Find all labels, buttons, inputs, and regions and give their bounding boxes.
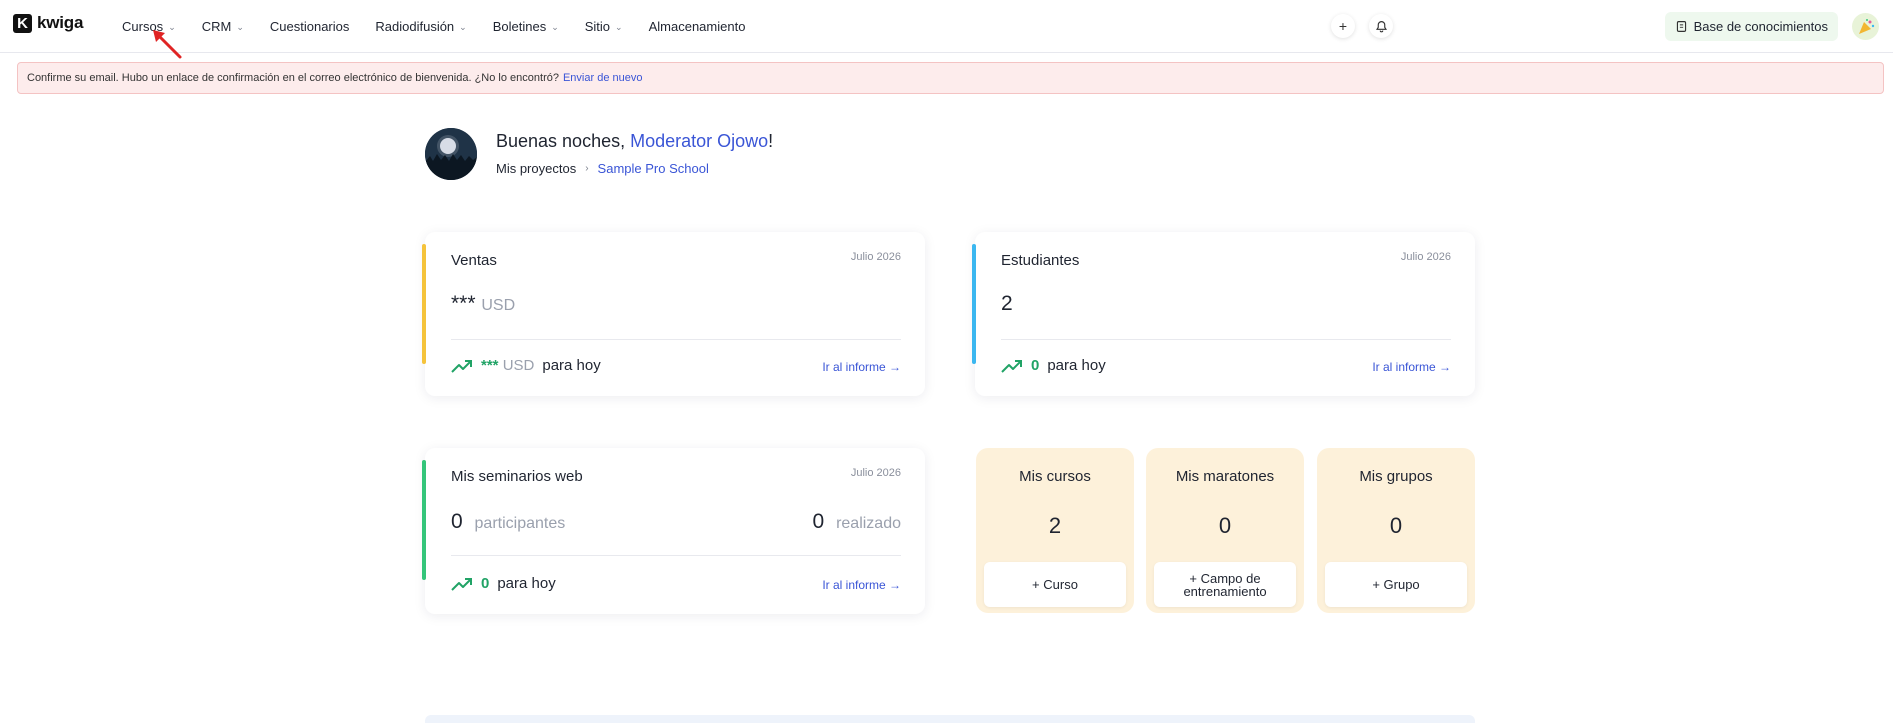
knowledge-base-label: Base de conocimientos: [1693, 19, 1828, 34]
add-group-button[interactable]: + Grupo: [1325, 562, 1467, 607]
sales-amount: ***: [451, 292, 476, 315]
sales-today: *** USD para hoy: [451, 357, 601, 374]
my-courses-title: Mis cursos: [1019, 468, 1091, 485]
done-value: 0: [812, 510, 825, 533]
next-section-edge: [425, 715, 1475, 723]
students-today: 0 para hoy: [1001, 357, 1106, 374]
kwiga-logo-icon: K: [13, 13, 32, 33]
main-nav: Cursos ⌄ CRM ⌄ Cuestionarios Radiodifusi…: [122, 0, 745, 53]
webinars-today-label: para hoy: [497, 575, 556, 592]
sales-accent-bar: [422, 244, 426, 364]
students-report-link[interactable]: Ir al informe →: [1372, 360, 1451, 374]
sales-currency: USD: [481, 297, 516, 314]
knowledge-base-icon: [1676, 21, 1686, 32]
greeting-suffix: !: [768, 131, 774, 151]
my-courses-card: Mis cursos 2 + Curso: [976, 448, 1134, 613]
chevron-right-icon: ›: [585, 163, 589, 174]
nav-item-almacenamiento[interactable]: Almacenamiento: [649, 19, 746, 34]
divider: [451, 555, 901, 556]
nav-item-radiodifusion[interactable]: Radiodifusión ⌄: [375, 19, 466, 34]
trending-up-icon: [451, 359, 472, 373]
nav-item-cuestionarios[interactable]: Cuestionarios: [270, 19, 350, 34]
chevron-down-icon: ⌄: [236, 22, 244, 32]
done-label: realizado: [836, 515, 901, 532]
webinars-today-value: 0: [481, 575, 490, 592]
divider: [1001, 339, 1451, 340]
breadcrumb-current-project[interactable]: Sample Pro School: [598, 161, 709, 176]
my-groups-card: Mis grupos 0 + Grupo: [1317, 448, 1475, 613]
students-date: Julio 2026: [1400, 251, 1451, 263]
participants-label: participantes: [474, 515, 566, 532]
sales-title: Ventas: [451, 252, 497, 269]
my-marathons-title: Mis maratones: [1175, 468, 1275, 485]
add-course-button[interactable]: + Curso: [984, 562, 1126, 607]
my-groups-count: 0: [1389, 513, 1403, 538]
user-name-link[interactable]: Moderator Ojowo: [630, 131, 768, 151]
students-title: Estudiantes: [1001, 252, 1080, 269]
chevron-down-icon: ⌄: [459, 22, 467, 32]
bell-icon: [1375, 20, 1387, 32]
students-accent-bar: [972, 244, 976, 364]
chevron-down-icon: ⌄: [615, 22, 623, 32]
sales-value: *** USD: [451, 292, 515, 316]
students-today-label: para hoy: [1047, 357, 1106, 374]
students-value: 2: [1001, 292, 1013, 315]
alert-text: Confirme su email. Hubo un enlace de con…: [27, 72, 559, 84]
webinars-done: 0 realizado: [813, 510, 901, 534]
sales-date: Julio 2026: [850, 251, 901, 263]
webinars-date: Julio 2026: [850, 467, 901, 479]
project-avatar: [425, 128, 477, 180]
trending-up-icon: [1001, 359, 1022, 373]
webinars-accent-bar: [422, 460, 426, 580]
sales-today-label: para hoy: [542, 357, 601, 374]
notifications-button[interactable]: [1369, 14, 1393, 38]
nav-item-label: CRM: [201, 19, 232, 34]
party-avatar-icon: [1858, 18, 1874, 34]
breadcrumb: Mis proyectos › Sample Pro School: [496, 161, 709, 176]
webinars-report-link[interactable]: Ir al informe →: [822, 578, 901, 592]
nav-item-label: Almacenamiento: [648, 19, 746, 34]
students-today-value: 0: [1031, 357, 1040, 374]
brand-logo[interactable]: K kwiga: [13, 13, 83, 33]
my-marathons-card: Mis maratones 0 + Campo de entrenamiento: [1146, 448, 1304, 613]
webinars-card: Mis seminarios web Julio 2026 0 particip…: [422, 448, 925, 614]
sales-today-amount: ***: [481, 357, 499, 374]
my-groups-title: Mis grupos: [1359, 468, 1433, 485]
webinars-participants: 0 participantes: [451, 510, 565, 534]
nav-item-label: Cuestionarios: [269, 19, 350, 34]
nav-item-boletines[interactable]: Boletines ⌄: [493, 19, 559, 34]
greeting-prefix: Buenas noches,: [496, 131, 631, 151]
red-pointer-arrow-icon: [153, 30, 182, 59]
add-bootcamp-button[interactable]: + Campo de entrenamiento: [1154, 562, 1296, 607]
plus-icon: +: [1338, 18, 1348, 34]
students-card: Estudiantes Julio 2026 2 0 para hoy Ir a…: [972, 232, 1475, 396]
trending-up-icon: [451, 577, 472, 591]
greeting-heading: Buenas noches, Moderator Ojowo!: [496, 131, 773, 152]
sales-report-link[interactable]: Ir al informe →: [822, 360, 901, 374]
nav-item-crm[interactable]: CRM ⌄: [202, 19, 244, 34]
nav-item-label: Radiodifusión: [375, 19, 455, 34]
sales-card: Ventas Julio 2026 *** USD *** USD para h…: [422, 232, 925, 396]
sales-today-currency: USD: [502, 357, 535, 374]
webinars-title: Mis seminarios web: [451, 468, 583, 485]
resend-link[interactable]: Enviar de nuevo: [563, 72, 643, 84]
my-marathons-count: 0: [1218, 513, 1232, 538]
breadcrumb-root[interactable]: Mis proyectos: [496, 161, 576, 176]
webinars-today: 0 para hoy: [451, 575, 556, 592]
top-navigation-bar: K kwiga Cursos ⌄ CRM ⌄ Cuestionarios Rad…: [0, 0, 1893, 59]
user-avatar-menu[interactable]: [1852, 13, 1879, 40]
nav-item-sitio[interactable]: Sitio ⌄: [585, 19, 623, 34]
email-confirmation-alert: Confirme su email. Hubo un enlace de con…: [17, 62, 1884, 94]
brand-name: kwiga: [37, 13, 84, 32]
my-courses-count: 2: [1048, 513, 1062, 538]
add-button[interactable]: +: [1331, 14, 1355, 38]
moon-night-image: [425, 128, 477, 180]
divider: [451, 339, 901, 340]
nav-item-label: Boletines: [492, 19, 547, 34]
knowledge-base-button[interactable]: Base de conocimientos: [1664, 12, 1838, 41]
chevron-down-icon: ⌄: [551, 22, 559, 32]
nav-item-label: Sitio: [584, 19, 611, 34]
participants-value: 0: [451, 510, 463, 533]
